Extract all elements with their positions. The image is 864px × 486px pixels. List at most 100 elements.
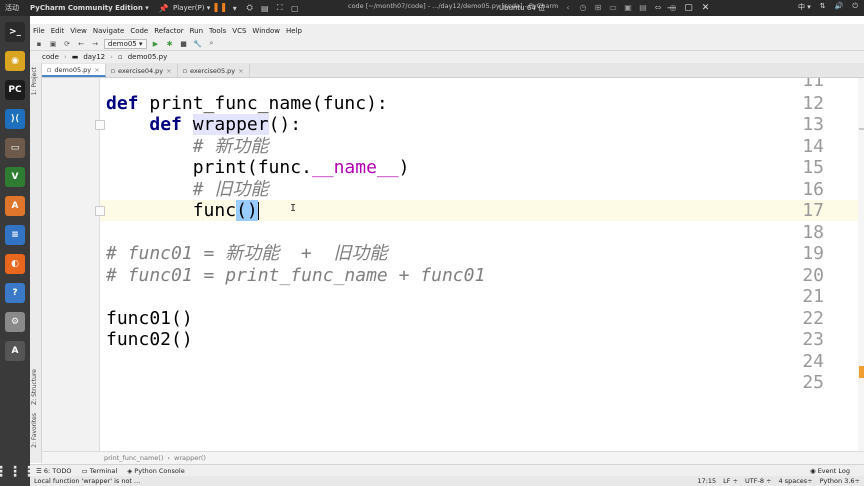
pin-icon[interactable]: 📌 — [158, 3, 169, 13]
chevron-down-icon[interactable]: ▾ — [229, 3, 240, 13]
terminal-icon[interactable]: >_ — [5, 22, 25, 42]
fullscreen-icon[interactable]: ⛶ — [274, 3, 285, 13]
structure-tool-button[interactable]: Z: Structure — [31, 369, 38, 405]
settings-wrench-icon[interactable]: 🔧 — [193, 39, 203, 49]
back-icon[interactable]: ‹ — [562, 2, 574, 13]
python-interpreter[interactable]: Python 3.6÷ — [820, 477, 860, 485]
sync-icon[interactable]: ⟳ — [62, 39, 72, 49]
menu-help[interactable]: Help — [286, 27, 302, 35]
python-console-tool-button[interactable]: ◈ Python Console — [127, 467, 184, 475]
favorites-tool-button[interactable]: 2: Favorites — [31, 413, 38, 448]
breadcrumb-project[interactable]: code — [42, 53, 59, 61]
run-configuration-select[interactable]: demo05 ▾ — [104, 38, 147, 49]
menu-window[interactable]: Window — [252, 27, 280, 35]
fold-marker-icon[interactable] — [95, 120, 105, 130]
back-arrow-icon[interactable]: ← — [76, 39, 86, 49]
error-stripe[interactable] — [858, 78, 864, 451]
crumb-function[interactable]: print_func_name() — [104, 454, 163, 462]
updater-icon[interactable]: A — [5, 341, 25, 361]
vim-icon[interactable]: V — [5, 167, 25, 187]
software-center-icon[interactable]: A — [5, 196, 25, 216]
code-editor[interactable]: 11 12 13 14 15 16 17 18 19 20 21 22 23 2… — [42, 78, 858, 451]
clock-icon[interactable]: ◷ — [577, 2, 589, 13]
file-encoding[interactable]: UTF-8 ÷ — [745, 477, 771, 485]
power-icon[interactable]: ⏻ — [852, 2, 858, 12]
document-icon[interactable]: ≡ — [5, 225, 25, 245]
close-tab-icon[interactable]: × — [94, 66, 99, 74]
player-menu[interactable]: Player(P) ▾ — [173, 4, 210, 12]
forward-arrow-icon[interactable]: → — [90, 39, 100, 49]
screens-icon[interactable]: ▤ — [259, 3, 270, 13]
terminal-tool-button[interactable]: ▭ Terminal — [82, 467, 118, 475]
fold-marker-icon[interactable] — [95, 206, 105, 216]
text-caret — [257, 202, 259, 220]
close-tab-icon[interactable]: × — [238, 67, 243, 75]
ime-indicator[interactable]: 中 ▾ — [798, 2, 811, 12]
menu-tools[interactable]: Tools — [209, 27, 226, 35]
breadcrumb-folder[interactable]: day12 — [83, 53, 105, 61]
help-icon[interactable]: ? — [5, 283, 25, 303]
save-icon[interactable]: ▪ — [34, 39, 44, 49]
pause-icon[interactable]: ❚❚ — [212, 3, 227, 13]
snapshot-icon[interactable]: ⊞ — [592, 2, 604, 13]
event-log-button[interactable]: ◉ Event Log — [810, 467, 850, 475]
window-icon[interactable]: ▣ — [622, 2, 634, 13]
menu-edit[interactable]: Edit — [51, 27, 65, 35]
run-icon[interactable]: ▶ — [151, 39, 161, 49]
close-tab-icon[interactable]: × — [166, 67, 171, 75]
menu-view[interactable]: View — [70, 27, 87, 35]
caret-position[interactable]: 17:15 — [697, 477, 716, 485]
close-icon[interactable]: ✕ — [699, 1, 712, 14]
event-log-label: Event Log — [817, 466, 850, 475]
menu-run[interactable]: Run — [190, 27, 203, 35]
app-menu[interactable]: PyCharm Community Edition ▾ — [30, 4, 150, 12]
tab-exercise05[interactable]: ▫ exercise05.py × — [178, 64, 250, 77]
arrows-icon[interactable]: ⇔ — [652, 2, 664, 13]
menu-code[interactable]: Code — [130, 27, 148, 35]
show-apps-grid-icon[interactable]: ⋮⋮⋮ — [0, 462, 36, 482]
project-tool-button[interactable]: 1: Project — [31, 67, 38, 95]
menu-navigate[interactable]: Navigate — [93, 27, 124, 35]
minimize-icon[interactable]: — — [665, 1, 678, 14]
line-number: 22 — [802, 308, 824, 329]
chrome-icon[interactable]: ◉ — [5, 51, 25, 71]
line-number: 16 — [802, 179, 824, 200]
warning-marker[interactable] — [859, 366, 864, 378]
indent-setting[interactable]: 4 spaces÷ — [779, 477, 813, 485]
todo-tool-button[interactable]: ☰ 6: TODO — [36, 467, 72, 475]
status-message[interactable]: Local function 'wrapper' is not ... — [34, 477, 140, 485]
tab-demo05[interactable]: ▫ demo05.py × — [42, 64, 106, 77]
pycharm-icon[interactable]: PC — [5, 80, 25, 100]
menu-vcs[interactable]: VCS — [232, 27, 246, 35]
stop-icon[interactable]: ■ — [179, 39, 189, 49]
stripe-marker[interactable] — [859, 128, 864, 130]
vscode-icon[interactable]: ⟩⟨ — [5, 109, 25, 129]
vm-settings-icon[interactable]: ⛭ — [244, 3, 255, 13]
settings-icon[interactable]: ⚙ — [5, 312, 25, 332]
files-icon[interactable]: ▭ — [5, 138, 25, 158]
maximize-icon[interactable]: ▢ — [682, 1, 695, 14]
console-icon[interactable]: ▤ — [637, 2, 649, 13]
code-text: func01() — [106, 308, 193, 329]
volume-icon[interactable]: 🔊 — [835, 2, 844, 12]
system-tray: 中 ▾ ⇅ 🔊 ⏻ — [798, 2, 858, 12]
display-icon[interactable]: ▭ — [607, 2, 619, 13]
unity-icon[interactable]: ▢ — [289, 3, 300, 13]
save-all-icon[interactable]: ▣ — [48, 39, 58, 49]
line-number-gutter[interactable] — [42, 78, 100, 451]
search-icon[interactable]: ⌕ — [207, 39, 217, 49]
activities-button[interactable]: 活动 — [0, 3, 30, 13]
code-line-12: def print_func_name(func): — [106, 93, 388, 114]
code-line-22: func01() — [106, 308, 193, 329]
tab-exercise04[interactable]: ▫ exercise04.py × — [106, 64, 178, 77]
line-separator[interactable]: LF ÷ — [723, 477, 738, 485]
menu-refactor[interactable]: Refactor — [154, 27, 183, 35]
firefox-icon[interactable]: ◐ — [5, 254, 25, 274]
code-line-14: # 新功能 — [106, 136, 269, 157]
debug-icon[interactable]: ✱ — [165, 39, 175, 49]
breadcrumb-file[interactable]: demo05.py — [128, 53, 168, 61]
crumb-inner-function[interactable]: wrapper() — [174, 454, 206, 462]
tab-label: exercise04.py — [118, 66, 164, 75]
menu-file[interactable]: File — [33, 27, 45, 35]
network-icon[interactable]: ⇅ — [820, 2, 826, 12]
